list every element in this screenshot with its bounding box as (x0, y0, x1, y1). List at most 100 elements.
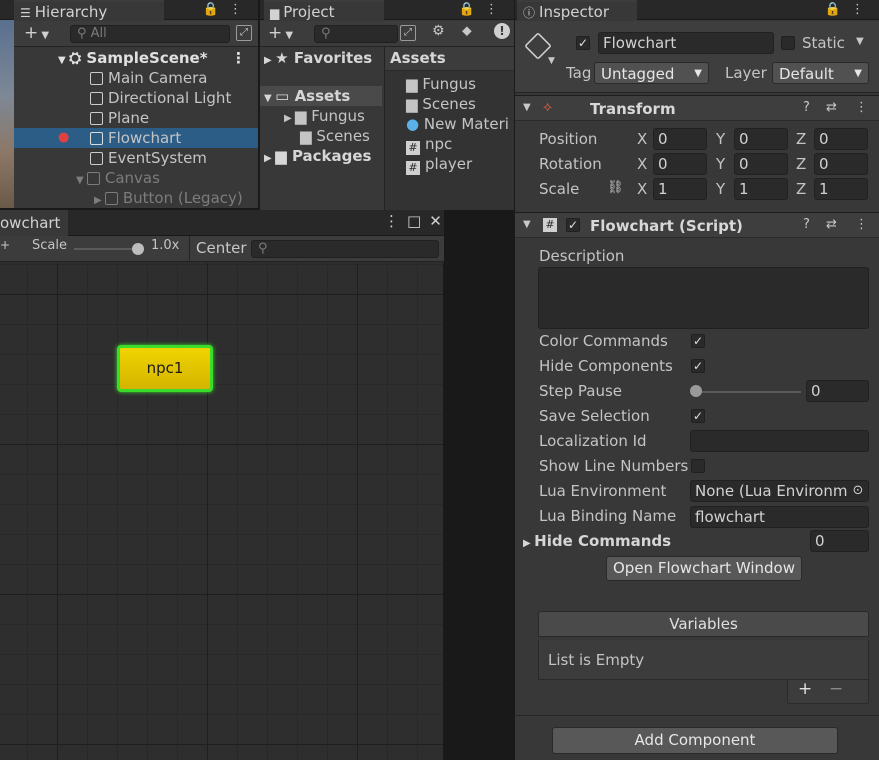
warning-icon[interactable]: ! (494, 23, 510, 39)
step-pause-slider-track[interactable] (695, 391, 801, 393)
assets-header[interactable]: Assets (390, 48, 446, 68)
add-dropdown-button[interactable]: + ▼ (24, 23, 49, 43)
scale-z-field[interactable]: 1 (814, 178, 868, 200)
center-button[interactable]: Center (196, 239, 247, 257)
filter-type-icon[interactable]: ⚙ (432, 23, 445, 39)
script-header[interactable]: ▼ # ✓ Flowchart (Script) ? ⇄ ⋮ (515, 212, 879, 238)
lock-icon[interactable]: 🔒 (203, 2, 229, 17)
hierarchy-item-selected[interactable]: ● Flowchart (14, 128, 258, 148)
static-dropdown-icon[interactable]: ▼ (856, 36, 864, 47)
lua-environment-field[interactable]: None (Lua Environm ⊙ (690, 480, 869, 502)
hierarchy-item[interactable]: Directional Light (90, 88, 231, 108)
show-line-numbers-checkbox[interactable] (691, 459, 705, 473)
tab-project[interactable]: ▆ Project (264, 0, 384, 21)
close-icon[interactable]: ✕ (429, 212, 450, 230)
add-block-icon[interactable]: + (0, 238, 10, 252)
menu-dots-icon[interactable]: ⋮ (229, 2, 252, 17)
add-component-button[interactable]: Add Component (552, 727, 838, 754)
flowchart-canvas[interactable] (0, 263, 444, 760)
step-pause-field[interactable]: 0 (806, 380, 869, 402)
active-checkbox[interactable]: ✓ (576, 36, 590, 50)
constrain-proportions-icon[interactable]: ⛓ (607, 180, 624, 195)
flowchart-search-input[interactable]: ⚲ (251, 240, 439, 258)
position-z-field[interactable]: 0 (814, 128, 868, 150)
filter-label-icon[interactable]: ⬥ (462, 23, 472, 39)
expand-icon[interactable]: ⤢ (400, 25, 416, 41)
hierarchy-search-input[interactable]: ⚲ All (70, 25, 230, 43)
asset-item[interactable]: # npc (406, 134, 452, 155)
hide-commands-foldout[interactable]: ▶ Hide Commands (523, 531, 671, 554)
localization-id-field[interactable] (690, 430, 869, 452)
step-pause-label: Step Pause (539, 382, 623, 400)
tab-hierarchy[interactable]: ☰ Hierarchy (14, 0, 164, 21)
object-picker-icon[interactable]: ⊙ (848, 481, 868, 501)
favorites-row[interactable]: ▶ ★ Favorites (264, 48, 372, 68)
tree-item-packages[interactable]: ▶ ▆ Packages (264, 146, 371, 166)
tree-item-scenes[interactable]: ▆ Scenes (300, 126, 370, 146)
hierarchy-item[interactable]: Main Camera (90, 68, 207, 88)
lock-icon[interactable]: 🔒 (825, 2, 851, 17)
lua-environment-value: None (Lua Environm (695, 482, 848, 500)
rotation-z-field[interactable]: 0 (814, 153, 868, 175)
menu-dots-icon[interactable]: ⋮ (384, 212, 407, 230)
add-variable-button[interactable]: + (798, 679, 812, 699)
color-commands-checkbox[interactable]: ✓ (691, 334, 705, 348)
static-checkbox[interactable] (781, 36, 795, 50)
position-x-field[interactable]: 0 (653, 128, 707, 150)
description-textarea[interactable] (538, 267, 869, 329)
step-pause-slider-thumb[interactable] (690, 385, 702, 397)
scene-row[interactable]: ▼ ⛭ SampleScene* ⋮ (58, 48, 258, 68)
menu-dots-icon[interactable]: ⋮ (485, 2, 508, 17)
lua-binding-name-field[interactable]: flowchart (690, 506, 869, 528)
help-icon[interactable]: ? (803, 217, 810, 232)
hierarchy-item[interactable]: EventSystem (90, 148, 207, 168)
script-icon: # (406, 161, 420, 175)
hide-commands-size-field[interactable]: 0 (810, 530, 869, 552)
tab-flowchart[interactable]: owchart (0, 210, 68, 236)
project-search-input[interactable]: ⚲ (314, 25, 398, 43)
icon-dropdown-arrow[interactable]: ▼ (548, 56, 555, 66)
tab-inspector[interactable]: ⓘ Inspector (517, 0, 637, 21)
save-selection-checkbox[interactable]: ✓ (691, 409, 705, 423)
help-icon[interactable]: ? (803, 100, 810, 115)
object-name-field[interactable]: Flowchart (598, 32, 774, 54)
remove-variable-button[interactable]: − (829, 679, 843, 699)
layer-dropdown[interactable]: Default ▼ (772, 62, 869, 84)
menu-dots-icon[interactable]: ⋮ (855, 100, 868, 115)
maximize-icon[interactable]: □ (407, 212, 429, 230)
expand-icon[interactable]: ⤢ (236, 25, 252, 41)
asset-item[interactable]: ▆ Scenes (406, 94, 476, 114)
asset-item[interactable]: ● New Materi (406, 114, 509, 134)
hierarchy-item[interactable]: Plane (90, 108, 149, 128)
presets-icon[interactable]: ⇄ (826, 217, 837, 232)
tree-item-fungus[interactable]: ▶ ▆ Fungus (284, 106, 365, 126)
flowchart-block-npc1[interactable]: npc1 (117, 345, 213, 392)
rotation-x-field[interactable]: 0 (653, 153, 707, 175)
open-flowchart-window-button[interactable]: Open Flowchart Window (606, 556, 802, 581)
asset-item[interactable]: ▆ Fungus (406, 74, 476, 94)
assets-tree-row[interactable]: ▼ ▭ Assets (260, 86, 382, 106)
asset-label: player (425, 155, 473, 173)
presets-icon[interactable]: ⇄ (826, 100, 837, 115)
tag-dropdown[interactable]: Untagged ▼ (594, 62, 709, 84)
hierarchy-item-disabled[interactable]: ▶ Button (Legacy) (94, 188, 243, 208)
menu-dots-icon[interactable]: ⋮ (855, 217, 868, 232)
hierarchy-item-disabled[interactable]: ▼ Canvas (76, 168, 160, 188)
rotation-y-field[interactable]: 0 (734, 153, 788, 175)
lock-icon[interactable]: 🔒 (459, 2, 485, 17)
hierarchy-tab-icons[interactable]: 🔒⋮ (203, 0, 252, 20)
hide-components-checkbox[interactable]: ✓ (691, 359, 705, 373)
position-y-field[interactable]: 0 (734, 128, 788, 150)
asset-item[interactable]: # player (406, 154, 473, 175)
scene-menu-icon[interactable]: ⋮ (231, 48, 246, 68)
create-dropdown-button[interactable]: + ▼ (268, 23, 293, 43)
project-tab-icons[interactable]: 🔒⋮ (459, 0, 508, 20)
inspector-tab-icons[interactable]: 🔒⋮ (825, 0, 874, 20)
menu-dots-icon[interactable]: ⋮ (851, 2, 874, 17)
scale-slider-thumb[interactable] (132, 243, 144, 255)
script-enabled-checkbox[interactable]: ✓ (566, 218, 580, 232)
scale-x-field[interactable]: 1 (653, 178, 707, 200)
transform-header[interactable]: ▼ ⟡ Transform ? ⇄ ⋮ (515, 95, 879, 121)
scale-y-field[interactable]: 1 (734, 178, 788, 200)
variables-header[interactable]: Variables (538, 611, 869, 637)
